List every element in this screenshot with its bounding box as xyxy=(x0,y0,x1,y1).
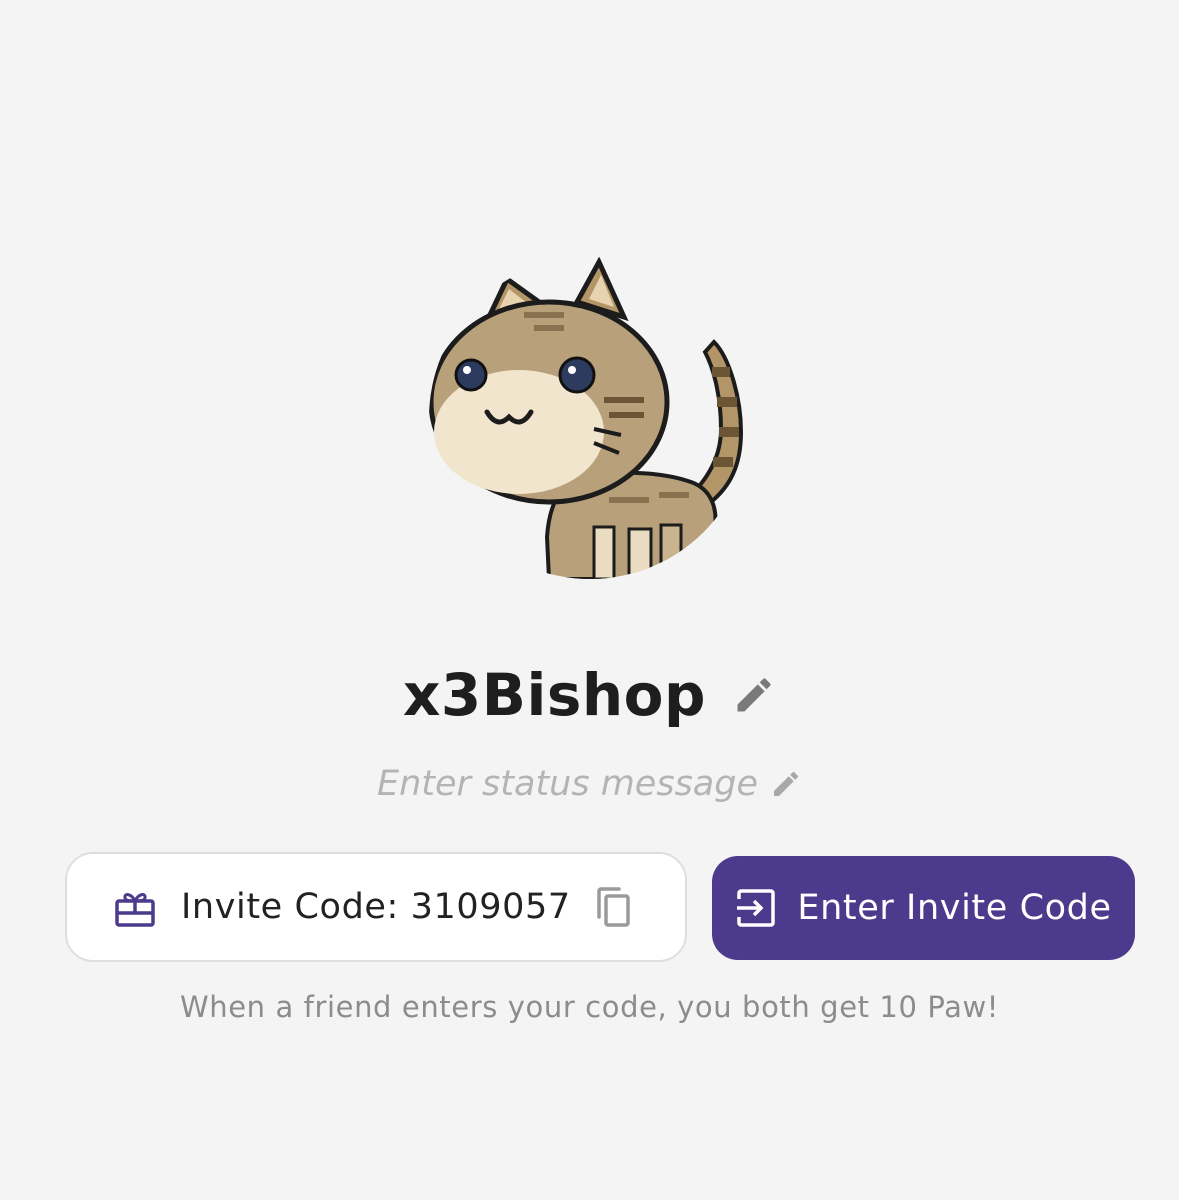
gift-icon xyxy=(113,885,157,929)
enter-invite-code-label: Enter Invite Code xyxy=(797,888,1112,928)
pencil-icon[interactable] xyxy=(732,673,776,717)
cat-avatar-image xyxy=(429,257,744,579)
avatar[interactable] xyxy=(429,257,751,579)
status-message-row[interactable]: Enter status message xyxy=(0,758,1179,810)
copy-icon[interactable] xyxy=(593,885,633,929)
invite-code-label: Invite Code: 3109057 xyxy=(181,887,571,927)
invite-reward-hint: When a friend enters your code, you both… xyxy=(179,990,1000,1024)
username: x3Bishop xyxy=(402,661,707,729)
invite-code-card: Invite Code: 3109057 xyxy=(65,852,687,962)
enter-invite-code-button[interactable]: Enter Invite Code xyxy=(712,856,1135,960)
pencil-icon[interactable] xyxy=(770,768,802,800)
status-message-input[interactable]: Enter status message xyxy=(377,764,758,804)
login-icon xyxy=(735,887,777,929)
username-row: x3Bishop xyxy=(0,655,1179,735)
